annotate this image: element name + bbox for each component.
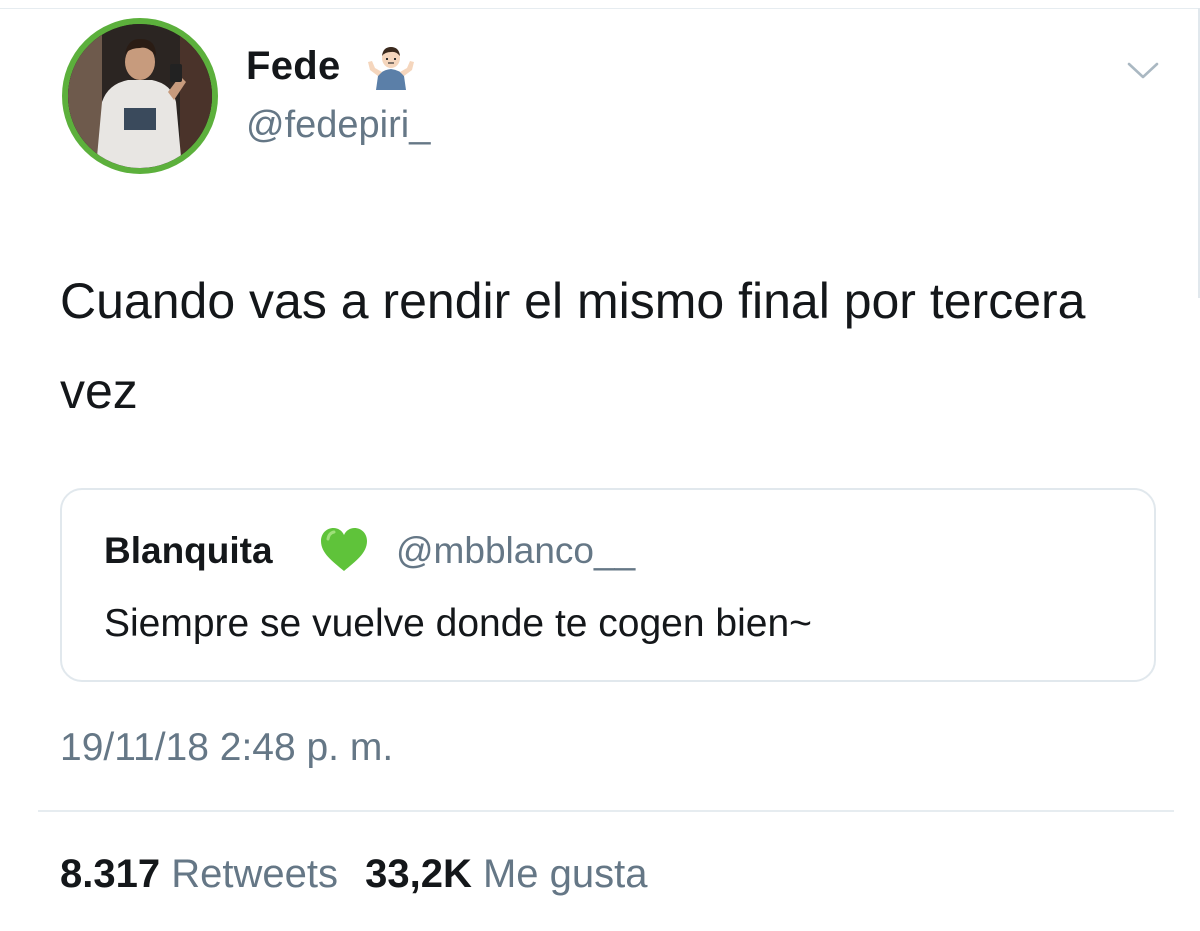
quoted-tweet-card[interactable]: Blanquita @mbblanco__ Siempre se vuelve … [60, 488, 1156, 682]
tweet-text: Cuando vas a rendir el mismo final por t… [60, 273, 1086, 419]
likes-stat[interactable]: 33,2K Me gusta [365, 852, 647, 896]
top-divider [0, 8, 1200, 9]
quoted-author-handle: @mbblanco__ [396, 530, 636, 571]
profile-photo-icon [68, 24, 212, 168]
avatar[interactable] [62, 18, 218, 174]
likes-count: 33,2K [365, 852, 472, 896]
quoted-author-name: Blanquita [104, 530, 273, 571]
green-heart-icon [318, 524, 370, 576]
tweet-timestamp[interactable]: 19/11/18 2:48 p. m. [60, 726, 393, 770]
retweets-label: Retweets [171, 852, 338, 896]
tweet-stats: 8.317 Retweets 33,2K Me gusta [60, 852, 648, 897]
quoted-tweet-text: Siempre se vuelve donde te cogen bien~ [104, 602, 812, 645]
author-handle[interactable]: @fedepiri_ [246, 104, 430, 147]
author-display-name[interactable]: Fede [246, 44, 341, 89]
person-shrugging-emoji-icon [366, 42, 416, 90]
stats-divider [38, 810, 1174, 812]
chevron-down-icon[interactable] [1126, 56, 1160, 84]
retweets-count: 8.317 [60, 852, 161, 896]
likes-label: Me gusta [482, 852, 648, 896]
retweets-stat[interactable]: 8.317 Retweets [60, 852, 338, 896]
